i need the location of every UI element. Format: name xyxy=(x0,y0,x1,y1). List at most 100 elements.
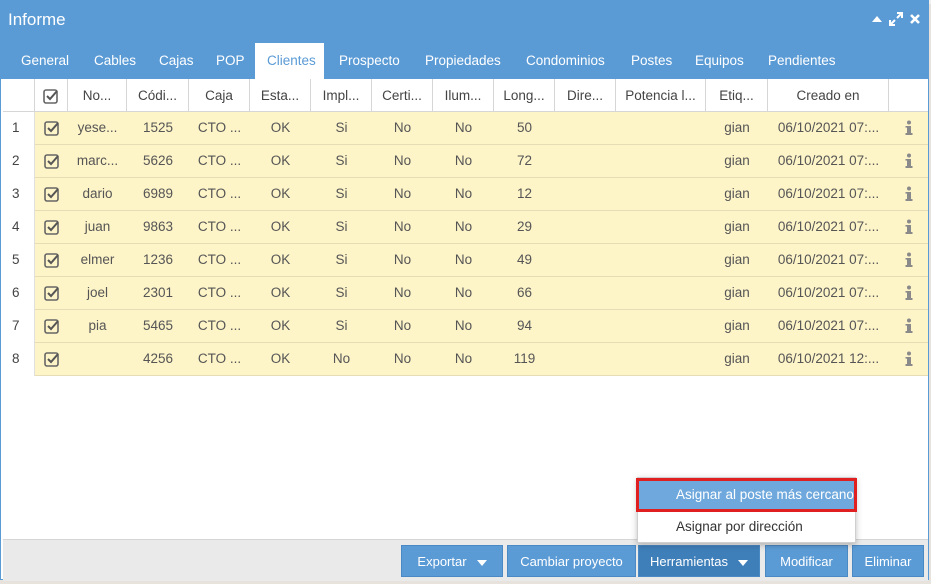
table-row[interactable]: 6 joel 2301 CTO ... OK Si No No 66 gian 06/10/2021… xyxy=(3,277,928,310)
tab-propiedades[interactable]: Propiedades xyxy=(413,43,513,79)
row-info-button[interactable] xyxy=(889,112,928,145)
cell-creado: 06/10/2021 07:... xyxy=(777,186,880,201)
row-info-button[interactable] xyxy=(889,310,928,343)
header-etiqueta[interactable]: Etiq... xyxy=(706,79,768,112)
row-info-button[interactable] xyxy=(889,145,928,178)
table-row[interactable]: 7 pia 5465 CTO ... OK Si No No 94 gian 06/10/2021 … xyxy=(3,310,928,343)
cell-caja: CTO ... xyxy=(197,351,242,366)
cell-pot xyxy=(616,310,706,343)
menu-item-assign-by-address[interactable]: Asignar por dirección xyxy=(638,512,855,542)
caret-down-icon xyxy=(738,559,749,566)
tab-equipos[interactable]: Equipos xyxy=(683,43,756,79)
tab-cajas[interactable]: Cajas xyxy=(147,43,206,79)
cell-impl: Si xyxy=(335,120,348,135)
header-nombre[interactable]: No... xyxy=(68,79,127,112)
row-info-button[interactable] xyxy=(889,244,928,277)
cell-nombre: joel xyxy=(86,285,108,300)
cell-long: 12 xyxy=(516,186,533,201)
row-info-button[interactable] xyxy=(889,178,928,211)
cell-creado: 06/10/2021 12:... xyxy=(777,351,880,366)
footer-toolbar: Exportar Cambiar proyecto Herramientas M… xyxy=(3,539,928,581)
expand-icon[interactable] xyxy=(889,12,903,26)
header-impl[interactable]: Impl... xyxy=(311,79,372,112)
row-info-button[interactable] xyxy=(889,343,928,376)
cell-codigo: 1236 xyxy=(142,252,174,267)
row-checkbox[interactable] xyxy=(35,310,68,343)
table-row[interactable]: 8 4256 CTO ... OK No No No 119 gian 06/10/2021 12… xyxy=(3,343,928,376)
cell-dir xyxy=(555,343,616,376)
cell-caja: CTO ... xyxy=(197,186,242,201)
tab-pop[interactable]: POP xyxy=(204,43,257,79)
header-dir[interactable]: Dire... xyxy=(555,79,616,112)
cell-ilum: No xyxy=(454,285,473,300)
header-select-all[interactable] xyxy=(35,79,68,112)
cell-nombre: dario xyxy=(82,186,113,201)
row-checkbox[interactable] xyxy=(35,211,68,244)
row-checkbox[interactable] xyxy=(35,112,68,145)
row-info-button[interactable] xyxy=(889,211,928,244)
cell-codigo: 2301 xyxy=(142,285,174,300)
row-number: 5 xyxy=(3,244,35,277)
table-row[interactable]: 4 juan 9863 CTO ... OK Si No No 29 gian 06/10/2021… xyxy=(3,211,928,244)
cell-estado: OK xyxy=(270,285,291,300)
info-icon xyxy=(905,186,912,202)
row-checkbox[interactable] xyxy=(35,277,68,310)
row-number: 7 xyxy=(3,310,35,343)
row-checkbox[interactable] xyxy=(35,178,68,211)
cell-cert: No xyxy=(393,186,412,201)
header-potencia[interactable]: Potencia l... xyxy=(616,79,706,112)
cell-impl: Si xyxy=(335,153,348,168)
tab-prospecto[interactable]: Prospecto xyxy=(327,43,412,79)
info-icon xyxy=(905,120,912,136)
delete-button[interactable]: Eliminar xyxy=(852,545,924,577)
table-row[interactable]: 5 elmer 1236 CTO ... OK Si No No 49 gian 06/10/202… xyxy=(3,244,928,277)
header-ilum[interactable]: Ilum... xyxy=(433,79,494,112)
table-row[interactable]: 3 dario 6989 CTO ... OK Si No No 12 gian 06/10/202… xyxy=(3,178,928,211)
title-bar: Informe xyxy=(1,1,928,39)
row-checkbox[interactable] xyxy=(35,244,68,277)
header-long[interactable]: Long... xyxy=(494,79,555,112)
collapse-icon[interactable] xyxy=(870,12,884,26)
row-info-button[interactable] xyxy=(889,277,928,310)
tab-cables[interactable]: Cables xyxy=(82,43,148,79)
info-icon xyxy=(905,219,912,235)
tab-clientes[interactable]: Clientes xyxy=(255,43,324,79)
table-row[interactable]: 2 marc... 5626 CTO ... OK Si No No 72 gian 06/10/2… xyxy=(3,145,928,178)
cell-cert: No xyxy=(393,153,412,168)
cell-creado: 06/10/2021 07:... xyxy=(777,285,880,300)
header-rownum xyxy=(3,79,35,112)
cell-long: 29 xyxy=(516,219,533,234)
change-project-button[interactable]: Cambiar proyecto xyxy=(507,545,636,577)
header-caja[interactable]: Caja xyxy=(189,79,250,112)
export-button[interactable]: Exportar xyxy=(401,545,503,577)
tab-postes[interactable]: Postes xyxy=(619,43,684,79)
tab-condominios[interactable]: Condominios xyxy=(514,43,617,79)
cell-pot xyxy=(616,211,706,244)
tab-general[interactable]: General xyxy=(9,43,81,79)
cell-impl: Si xyxy=(335,186,348,201)
checkbox-checked-icon xyxy=(43,220,59,236)
close-icon[interactable] xyxy=(908,12,922,26)
row-checkbox[interactable] xyxy=(35,343,68,376)
info-icon xyxy=(905,153,912,169)
modify-button[interactable]: Modificar xyxy=(765,545,848,577)
cell-cert: No xyxy=(393,318,412,333)
clients-grid: No... Códi... Caja Esta... Impl... Certi… xyxy=(3,79,928,539)
tab-pendientes[interactable]: Pendientes xyxy=(756,43,848,79)
cell-estado: OK xyxy=(270,120,291,135)
header-creado[interactable]: Creado en xyxy=(768,79,889,112)
cell-caja: CTO ... xyxy=(197,219,242,234)
header-cert[interactable]: Certi... xyxy=(372,79,433,112)
row-checkbox[interactable] xyxy=(35,145,68,178)
header-estado[interactable]: Esta... xyxy=(250,79,311,112)
cell-long: 50 xyxy=(516,120,533,135)
cell-codigo: 5465 xyxy=(142,318,174,333)
tools-button[interactable]: Herramientas xyxy=(638,545,760,577)
cell-nombre xyxy=(68,343,127,376)
table-row[interactable]: 1 yese... 1525 CTO ... OK Si No No 50 gian 06/10/2… xyxy=(3,112,928,145)
cell-cert: No xyxy=(393,252,412,267)
checkbox-checked-icon xyxy=(43,89,58,105)
header-codigo[interactable]: Códi... xyxy=(127,79,189,112)
menu-item-assign-nearest-pole[interactable]: Asignar al poste más cercano xyxy=(636,478,857,512)
cell-creado: 06/10/2021 07:... xyxy=(777,120,880,135)
